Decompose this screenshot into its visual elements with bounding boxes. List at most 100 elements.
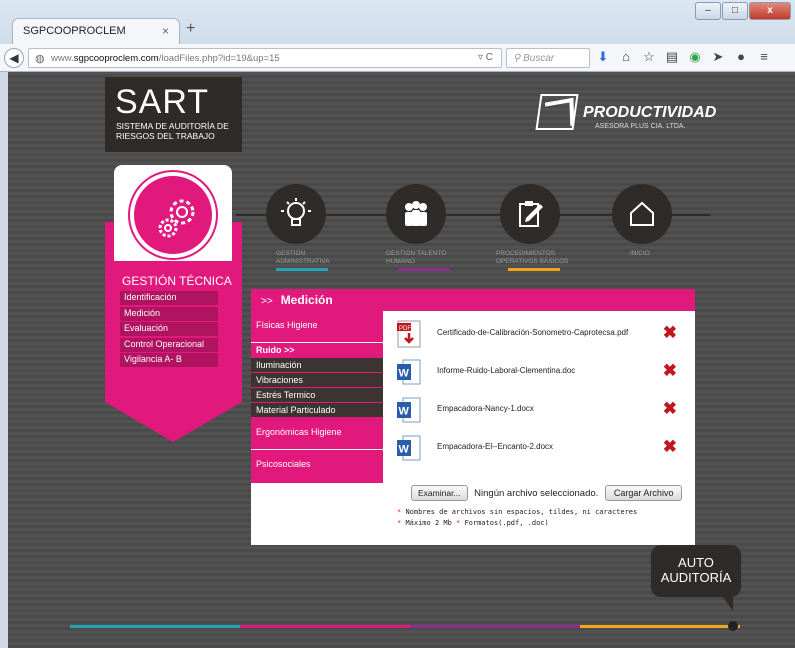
extension-icon[interactable]: ◉ (688, 49, 702, 65)
category-fisicas[interactable]: Físicas Higiene (251, 311, 383, 343)
node-inicio[interactable] (612, 184, 672, 244)
delete-x-icon[interactable]: ✖ (663, 437, 677, 457)
category-psicosociales[interactable]: Psicosociales (251, 450, 383, 482)
upload-row: Examinar... Ningún archivo seleccionado.… (411, 485, 683, 501)
sart-title: SART (115, 83, 210, 121)
back-arrow-icon[interactable]: ◀ (4, 48, 24, 68)
search-placeholder: Buscar (523, 53, 555, 64)
productividad-logo: PRODUCTIVIDAD ASESORA PLUS CIA. LTDA. (535, 94, 718, 136)
reading-list-icon[interactable]: ▤ (665, 49, 679, 65)
window-controls: – □ x (695, 2, 791, 20)
delete-x-icon[interactable]: ✖ (663, 399, 677, 419)
node-label: GESTIÓN ADMINISTRATIVA (276, 250, 330, 265)
footer-dot (728, 621, 738, 631)
footer-line-teal (70, 625, 240, 628)
magnifier-icon: ⚲ (513, 53, 524, 64)
medicion-card: >> Medición Físicas Higiene Ruido >> Ilum… (251, 289, 695, 545)
auto-auditoria-button[interactable]: AUTO AUDITORÍA (651, 545, 741, 611)
node-underline-talento (398, 268, 450, 271)
pdf-file-icon[interactable]: PDF (397, 320, 421, 348)
gestion-tecnica-title: GESTIÓN TÉCNICA (122, 274, 232, 288)
left-menu-item[interactable]: Identificación (120, 291, 218, 305)
asterisk: * (456, 519, 461, 527)
card-title: Medición (280, 293, 333, 307)
chat-icon[interactable]: ● (734, 49, 748, 65)
no-file-label: Ningún archivo seleccionado. (474, 488, 599, 499)
left-menu-item[interactable]: Medición (120, 306, 218, 321)
word-file-icon[interactable]: W (397, 358, 421, 386)
delete-x-icon[interactable]: ✖ (663, 323, 677, 343)
delete-x-icon[interactable]: ✖ (663, 361, 677, 381)
card-header: >> Medición (251, 289, 695, 311)
asterisk: * (397, 519, 402, 527)
productividad-mark-icon (535, 94, 579, 130)
browse-button[interactable]: Examinar... (411, 485, 468, 501)
note-text: Formatos(.pdf, .doc) (464, 519, 549, 527)
auto-line2: AUDITORÍA (660, 570, 732, 585)
menu-icon[interactable]: ≡ (757, 49, 771, 65)
url-path: /loadFiles.php?id=19&up=15 (158, 53, 280, 64)
tab-close-icon[interactable]: × (162, 24, 169, 38)
reload-icon[interactable]: ▿ C (478, 52, 493, 63)
upload-notes: * Nombres de archivos sin espacios, tild… (397, 507, 637, 529)
node-gestion-talento-humano[interactable] (386, 184, 446, 244)
nav-bar: ◀ ◍ www.sgpcooproclem.com/loadFiles.php?… (0, 44, 795, 72)
note-text: Nombres de archivos sin espacios, tildes… (405, 508, 638, 516)
minimize-button[interactable]: – (695, 2, 721, 20)
brand-sub: ASESORA PLUS CIA. LTDA. (595, 123, 686, 130)
download-icon[interactable]: ⬇ (596, 49, 610, 65)
left-menu-item[interactable]: Control Operacional (120, 337, 218, 352)
category-ergonomicas[interactable]: Ergonómicas Higiene (251, 418, 383, 450)
file-row: W Informe-Ruido-Laboral-Clementina.doc ✖ (391, 357, 687, 395)
url-domain: sgpcooproclem.com (73, 53, 159, 64)
browser-chrome: SGPCOOPROCLEM × + – □ x ◀ ◍ www.sgpcoopr… (0, 0, 795, 72)
node-label: GESTIÓN TALENTO HUMANO (386, 250, 447, 265)
upload-button[interactable]: Cargar Archivo (604, 485, 683, 501)
svg-text:W: W (399, 368, 410, 380)
sub-ruido-current[interactable]: Ruido >> (251, 343, 383, 358)
send-icon[interactable]: ➤ (711, 49, 725, 65)
svg-text:W: W (399, 444, 410, 456)
file-row: PDF Certificado-de-Calibración-Sonometro… (391, 319, 687, 357)
asterisk: * (397, 508, 402, 516)
footer-line-purple (410, 625, 580, 628)
left-menu-item[interactable]: Evaluación (120, 322, 218, 336)
browser-tab[interactable]: SGPCOOPROCLEM × (12, 18, 180, 44)
maximize-button[interactable]: □ (722, 2, 748, 20)
auto-line1: AUTO (678, 555, 714, 570)
node-underline-admin (276, 268, 328, 271)
search-input[interactable]: ⚲ Buscar (506, 48, 590, 68)
file-name[interactable]: Empacadora-El--Encanto-2.docx (437, 442, 553, 451)
sub-item[interactable]: Vibraciones (251, 373, 383, 388)
node-procedimientos[interactable] (500, 184, 560, 244)
left-menu-item[interactable]: Vigilancia A- B (120, 353, 218, 367)
tab-bar: SGPCOOPROCLEM × + – □ x (0, 0, 795, 44)
card-prefix: >> (261, 296, 273, 307)
note-text: Máximo 2 Mb (405, 519, 452, 527)
new-tab-button[interactable]: + (186, 20, 195, 38)
word-file-icon[interactable]: W (397, 434, 421, 462)
card-sidebar: Físicas Higiene Ruido >> Iluminación Vib… (251, 311, 383, 483)
bookmark-star-icon[interactable]: ☆ (642, 49, 656, 65)
sart-logo[interactable]: SART SISTEMA DE AUDITORÍA DE RIESGOS DEL… (105, 77, 242, 152)
file-name[interactable]: Certificado-de-Calibración-Sonometro-Cap… (437, 328, 628, 337)
brand-name: PRODUCTIVIDAD (583, 104, 717, 121)
globe-icon: ◍ (35, 53, 45, 65)
word-file-icon[interactable]: W (397, 396, 421, 424)
note-line: * Nombres de archivos sin espacios, tild… (397, 507, 637, 518)
node-gestion-administrativa[interactable] (266, 184, 326, 244)
sub-item[interactable]: Iluminación (251, 358, 383, 373)
gears-icon (158, 199, 195, 238)
sub-item[interactable]: Estrés Termico (251, 388, 383, 403)
left-menu: Identificación Medición Evaluación Contr… (120, 291, 218, 369)
node-label: INICIO (630, 250, 650, 257)
url-prefix: www. (51, 53, 74, 64)
home-icon[interactable]: ⌂ (619, 49, 633, 65)
file-name[interactable]: Empacadora-Nancy-1.docx (437, 404, 534, 413)
url-bar[interactable]: ◍ www.sgpcooproclem.com/loadFiles.php?id… (28, 48, 502, 68)
sub-item[interactable]: Material Particulado (251, 403, 383, 418)
close-window-button[interactable]: x (749, 2, 791, 20)
note-line: * Máximo 2 Mb * Formatos(.pdf, .doc) (397, 518, 637, 529)
file-name[interactable]: Informe-Ruido-Laboral-Clementina.doc (437, 366, 575, 375)
lightbulb-icon (281, 198, 311, 226)
